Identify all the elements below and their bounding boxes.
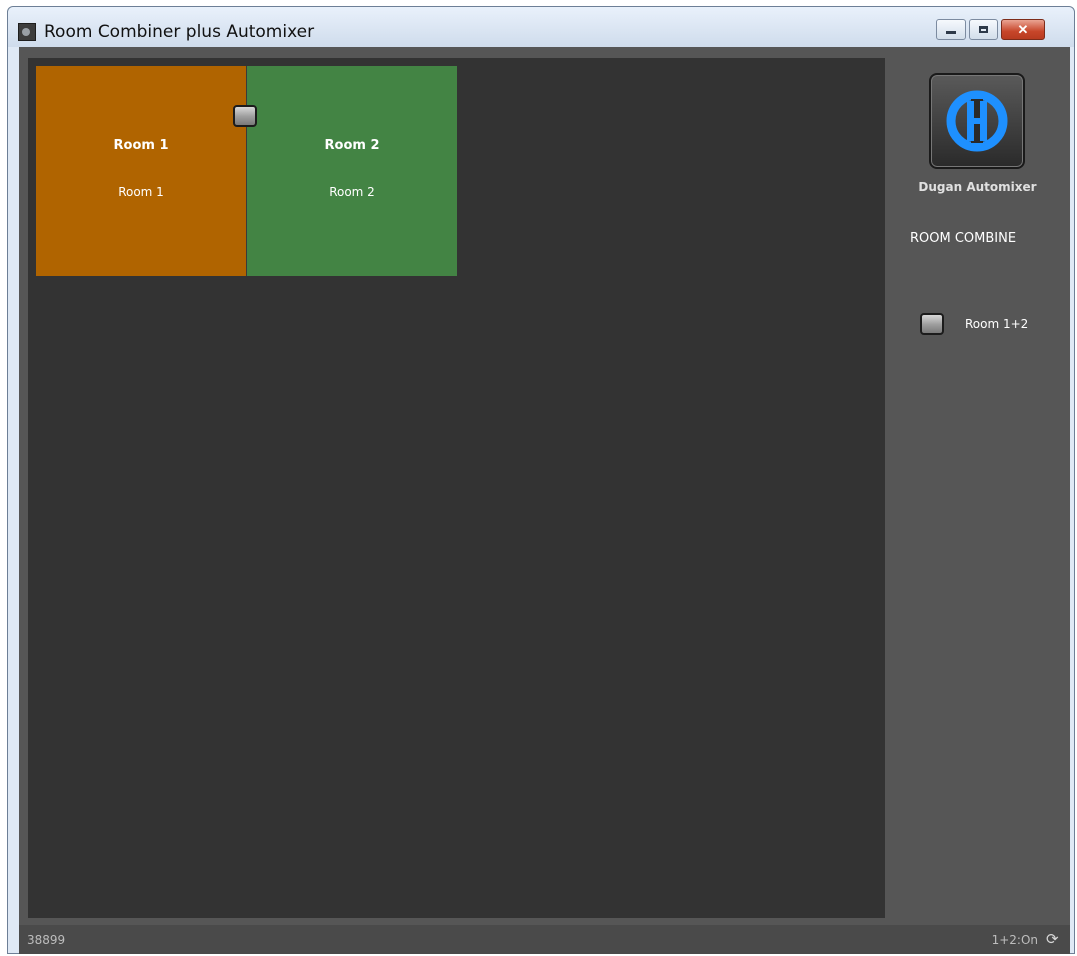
maximize-button[interactable]: [969, 19, 998, 40]
title-bar[interactable]: Room Combiner plus Automixer ✕: [8, 7, 1074, 47]
room-2-name: Room 2: [324, 138, 380, 153]
room-1-2-label: Room 1+2: [965, 317, 1029, 331]
room-combine-heading: ROOM COMBINE: [910, 231, 1017, 246]
dugan-logo-button[interactable]: [929, 73, 1025, 169]
room-1-name: Room 1: [113, 138, 169, 153]
status-combine-state: 1+2:On: [991, 933, 1038, 947]
minimize-icon: [946, 31, 956, 34]
close-button[interactable]: ✕: [1001, 19, 1045, 40]
maximize-icon: [979, 26, 988, 33]
client-area: Room 1 Room 1 Room 2 Room 2 Dugan Automi…: [19, 47, 1070, 925]
status-id: 38899: [27, 933, 66, 947]
room-1-tile[interactable]: Room 1 Room 1: [36, 66, 246, 276]
room-1-subtitle: Room 1: [118, 185, 164, 199]
status-bar: 38899 1+2:On ⟳: [19, 925, 1070, 954]
logo-label: Dugan Automixer: [918, 180, 1037, 194]
room-2-subtitle: Room 2: [329, 185, 375, 199]
app-icon[interactable]: [18, 23, 36, 41]
room-1-2-combine-button[interactable]: [920, 313, 944, 335]
canvas-combine-toggle[interactable]: [233, 105, 257, 127]
room-canvas: Room 1 Room 1 Room 2 Room 2: [28, 58, 885, 918]
dugan-logo-icon: [946, 90, 1008, 152]
window-title: Room Combiner plus Automixer: [44, 22, 315, 42]
room-2-tile[interactable]: Room 2 Room 2: [247, 66, 457, 276]
app-window: Room Combiner plus Automixer ✕ Room 1 Ro…: [7, 6, 1075, 954]
close-icon: ✕: [1017, 21, 1029, 37]
side-panel: Dugan Automixer ROOM COMBINE Room 1+2: [885, 47, 1070, 925]
minimize-button[interactable]: [936, 19, 966, 40]
refresh-icon[interactable]: ⟳: [1046, 931, 1062, 947]
